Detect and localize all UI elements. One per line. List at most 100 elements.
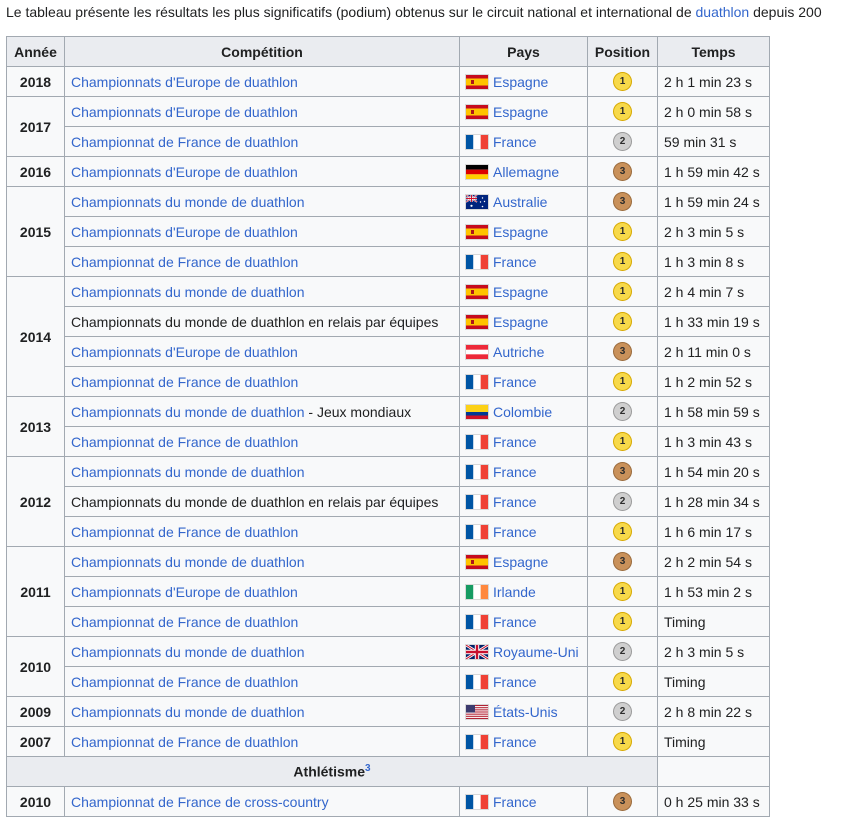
country-link[interactable]: France	[493, 464, 537, 480]
table-row: 2010 Championnats du monde de duathlon Roy…	[6, 636, 770, 697]
country-link[interactable]: France	[493, 734, 537, 750]
time-cell: 59 min 31 s	[657, 126, 770, 157]
medal-icon: 1	[614, 223, 631, 241]
country-link[interactable]: États-Unis	[493, 704, 558, 720]
flag-es-icon	[466, 104, 488, 119]
table-row: Championnat de France de duathlon France 1…	[7, 246, 770, 277]
flag-fr-icon	[466, 674, 488, 689]
country-link[interactable]: France	[493, 494, 537, 510]
competition-link[interactable]: Championnat de France de duathlon	[71, 434, 298, 450]
competition-link[interactable]: Championnats du monde de duathlon	[71, 404, 305, 420]
country-cell: France	[459, 366, 588, 397]
competition-cell: Championnats du monde de duathlon	[64, 636, 460, 667]
country-link[interactable]: Espagne	[493, 554, 548, 570]
competition-link[interactable]: Championnats du monde de duathlon	[71, 284, 305, 300]
country-cell: Colombie	[459, 396, 588, 427]
country-link[interactable]: France	[493, 254, 537, 270]
competition-cell: Championnat de France de duathlon	[64, 516, 460, 547]
country-cell: Espagne	[459, 66, 588, 97]
country-link[interactable]: France	[493, 524, 537, 540]
footnote-3-link[interactable]: 3	[365, 763, 371, 774]
country-link[interactable]: France	[493, 434, 537, 450]
competition-cell: Championnat de France de duathlon	[64, 126, 460, 157]
competition-link[interactable]: Championnats d'Europe de duathlon	[71, 224, 298, 240]
competition-link[interactable]: Championnats d'Europe de duathlon	[71, 74, 298, 90]
country-link[interactable]: Royaume-Uni	[493, 644, 579, 660]
competition-link[interactable]: Championnats d'Europe de duathlon	[71, 584, 298, 600]
country-link[interactable]: France	[493, 794, 537, 810]
competition-link[interactable]: Championnats du monde de duathlon	[71, 194, 305, 210]
table-row: 2018 Championnats d'Europe de duathlon Esp…	[6, 66, 770, 97]
table-row: Championnats du monde de duathlon en rel…	[7, 306, 770, 337]
year-cell: 2012	[6, 456, 65, 547]
time-cell: 2 h 11 min 0 s	[657, 336, 770, 367]
time-cell: 1 h 33 min 19 s	[657, 306, 770, 337]
competition-cell: Championnats du monde de duathlon	[64, 546, 460, 577]
table-row: Championnat de France de duathlon France 2…	[7, 126, 770, 157]
competition-link[interactable]: Championnats d'Europe de duathlon	[71, 104, 298, 120]
competition-link[interactable]: Championnats du monde de duathlon	[71, 644, 305, 660]
position-cell: 2	[587, 126, 658, 157]
competition-link[interactable]: Championnats du monde de duathlon	[71, 464, 305, 480]
competition-link[interactable]: Championnats du monde de duathlon	[71, 554, 305, 570]
position-cell: 1	[587, 306, 658, 337]
duathlon-link[interactable]: duathlon	[696, 4, 750, 20]
time-cell: 1 h 58 min 59 s	[657, 396, 770, 427]
table-row: Championnat de France de duathlon France 1…	[7, 516, 770, 547]
time-cell: 1 h 28 min 34 s	[657, 486, 770, 517]
competition-link[interactable]: Championnat de France de duathlon	[71, 614, 298, 630]
country-link[interactable]: Colombie	[493, 404, 552, 420]
time-cell: 0 h 25 min 33 s	[657, 786, 770, 817]
section-header: Athlétisme3	[6, 756, 658, 787]
competition-link[interactable]: Championnat de France de duathlon	[71, 254, 298, 270]
country-link[interactable]: France	[493, 674, 537, 690]
competition-cell: Championnats d'Europe de duathlon	[64, 216, 460, 247]
medal-icon: 1	[614, 313, 631, 331]
country-link[interactable]: France	[493, 134, 537, 150]
country-link[interactable]: Allemagne	[493, 164, 559, 180]
position-cell: 1	[587, 576, 658, 607]
country-link[interactable]: Espagne	[493, 74, 548, 90]
country-link[interactable]: Autriche	[493, 344, 544, 360]
table-row: 2011 Championnats du monde de duathlon Esp…	[6, 546, 770, 637]
time-cell: 2 h 1 min 23 s	[657, 66, 770, 97]
country-link[interactable]: Espagne	[493, 284, 548, 300]
medal-icon: 2	[614, 403, 631, 421]
competition-link[interactable]: Championnat de France de cross-country	[71, 794, 329, 810]
competition-cell: Championnats du monde de duathlon	[64, 276, 460, 307]
country-cell: France	[459, 246, 588, 277]
country-cell: Irlande	[459, 576, 588, 607]
competition-cell: Championnats d'Europe de duathlon	[64, 96, 460, 127]
flag-es-icon	[466, 224, 488, 239]
competition-link[interactable]: Championnat de France de duathlon	[71, 374, 298, 390]
flag-es-icon	[466, 314, 488, 329]
country-link[interactable]: Irlande	[493, 584, 536, 600]
table-row: 2010 Championnat de France de cross-count…	[6, 786, 770, 817]
table-row: Championnats d'Europe de duathlon Irlande…	[7, 576, 770, 607]
position-cell: 1	[587, 366, 658, 397]
competition-link[interactable]: Championnat de France de duathlon	[71, 674, 298, 690]
flag-es-icon	[466, 554, 488, 569]
time-cell: 2 h 8 min 22 s	[657, 696, 770, 727]
country-link[interactable]: Espagne	[493, 224, 548, 240]
country-link[interactable]: France	[493, 374, 537, 390]
country-link[interactable]: Australie	[493, 194, 547, 210]
time-cell: Timing	[657, 666, 770, 697]
country-link[interactable]: France	[493, 614, 537, 630]
flag-fr-icon	[466, 464, 488, 479]
medal-icon: 3	[614, 163, 631, 181]
competition-link[interactable]: Championnat de France de duathlon	[71, 134, 298, 150]
country-link[interactable]: Espagne	[493, 104, 548, 120]
competition-link[interactable]: Championnat de France de duathlon	[71, 524, 298, 540]
competition-link[interactable]: Championnat de France de duathlon	[71, 734, 298, 750]
country-link[interactable]: Espagne	[493, 314, 548, 330]
time-cell: 1 h 3 min 43 s	[657, 426, 770, 457]
time-cell: 1 h 53 min 2 s	[657, 576, 770, 607]
country-cell: Australie	[459, 186, 588, 217]
competition-link[interactable]: Championnats d'Europe de duathlon	[71, 344, 298, 360]
competition-link[interactable]: Championnats du monde de duathlon	[71, 704, 305, 720]
medal-icon: 1	[614, 433, 631, 451]
competition-link[interactable]: Championnats d'Europe de duathlon	[71, 164, 298, 180]
competition-cell: Championnat de France de duathlon	[64, 366, 460, 397]
header-competition: Compétition	[64, 36, 460, 67]
